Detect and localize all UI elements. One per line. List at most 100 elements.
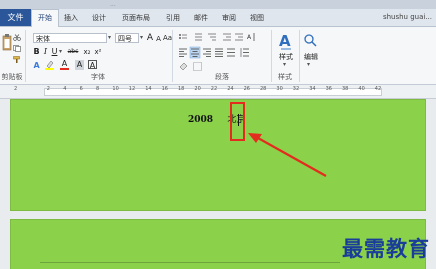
grow-font-button[interactable]: A xyxy=(146,33,154,43)
tab-references[interactable]: 引用 xyxy=(162,10,184,26)
font-name-value: 宋体 xyxy=(36,35,50,43)
tab-page-layout[interactable]: 页面布局 xyxy=(116,10,156,26)
tab-home[interactable]: 开始 xyxy=(31,9,59,27)
clipboard-group-label: 剪贴板 xyxy=(1,73,23,81)
highlight-button[interactable] xyxy=(45,60,55,70)
paste-button[interactable] xyxy=(2,33,12,53)
ruler-tick-label: 22 xyxy=(210,86,218,92)
char-shading-button[interactable]: A xyxy=(75,60,84,70)
text-effects-icon: A xyxy=(34,61,41,70)
ruler-tick-label: 18 xyxy=(178,86,185,92)
ruler-tick-label: 32 xyxy=(292,86,300,92)
strikethrough-button[interactable]: abc xyxy=(66,47,80,57)
multilevel-list-icon[interactable] xyxy=(208,33,216,41)
change-case-button[interactable]: Aa xyxy=(163,33,172,43)
ruler-tick-label: 6 xyxy=(79,86,83,92)
styles-button[interactable]: A xyxy=(276,31,296,51)
char-border-button[interactable]: A xyxy=(88,60,97,70)
title-bar xyxy=(0,0,436,9)
format-painter-button[interactable] xyxy=(13,56,21,63)
copy-button[interactable] xyxy=(13,45,21,52)
clipboard-icon xyxy=(2,34,12,51)
chevron-down-icon[interactable]: ▾ xyxy=(140,34,143,41)
copy-icon xyxy=(13,45,21,52)
user-name[interactable]: shushu guai... xyxy=(383,9,432,26)
borders-icon[interactable] xyxy=(193,62,202,71)
svg-text:A: A xyxy=(247,34,252,41)
sort-icon[interactable]: A xyxy=(247,33,255,41)
ruler-tick-label: 4 xyxy=(63,86,67,92)
find-icon xyxy=(304,34,317,47)
ruler-tick-label: 10 xyxy=(112,86,119,92)
chevron-down-icon[interactable]: ▾ xyxy=(307,61,310,68)
tab-file[interactable]: 文件 xyxy=(0,9,31,26)
svg-text:A: A xyxy=(279,32,291,50)
numbering-icon[interactable] xyxy=(195,33,202,41)
font-group-label: 字体 xyxy=(91,73,105,81)
ruler-tick-label: 38 xyxy=(342,86,349,92)
tab-mailings[interactable]: 邮件 xyxy=(190,10,212,26)
scissors-icon xyxy=(13,34,21,41)
highlight-color-chip xyxy=(45,68,54,70)
page-line xyxy=(40,262,340,263)
chevron-down-icon[interactable]: ▾ xyxy=(59,48,62,55)
text-effects-button[interactable]: A xyxy=(33,60,42,70)
font-name-select[interactable]: 宋体 xyxy=(33,33,107,43)
styles-group-label: 样式 xyxy=(278,73,292,81)
ruler-tick-label: 16 xyxy=(161,86,168,92)
distributed-icon[interactable] xyxy=(227,48,235,57)
ruler-tick-label: 26 xyxy=(243,86,250,92)
tab-view[interactable]: 视图 xyxy=(246,10,268,26)
group-divider xyxy=(299,30,300,82)
font-size-select[interactable]: 四号 xyxy=(115,33,139,43)
ruler-tick-label: 30 xyxy=(276,86,283,92)
shading-icon[interactable] xyxy=(179,62,188,71)
align-left-icon[interactable] xyxy=(179,48,187,57)
watermark: 最需教育 xyxy=(342,236,430,261)
tab-insert[interactable]: 插入 xyxy=(60,10,82,26)
chevron-down-icon[interactable]: ▾ xyxy=(283,61,286,68)
editing-button-label: 编辑 xyxy=(304,53,318,61)
year-text: 2008 xyxy=(188,115,214,125)
paragraph-icons: A xyxy=(179,33,255,71)
ruler-tick-label: 24 xyxy=(227,86,234,92)
paragraph-tools: A xyxy=(177,32,267,72)
styles-icon: A xyxy=(279,32,291,50)
editing-button[interactable] xyxy=(303,32,319,50)
ruler-tick-label: 14 xyxy=(145,86,152,92)
brush-icon xyxy=(13,56,20,63)
increase-indent-icon[interactable] xyxy=(235,33,243,41)
line-spacing-icon[interactable] xyxy=(240,48,249,57)
ruler-tick-label: 8 xyxy=(96,86,100,92)
ruler-tick-label: 28 xyxy=(260,86,267,92)
italic-button[interactable]: I xyxy=(42,47,49,57)
superscript-button[interactable]: x² xyxy=(93,47,103,57)
ruler-tick-label: 42 xyxy=(374,86,382,92)
bold-button[interactable]: B xyxy=(33,47,40,57)
align-right-icon[interactable] xyxy=(203,48,211,57)
ruler-tick-label: 20 xyxy=(194,86,201,92)
font-color-chip xyxy=(60,68,69,70)
svg-text:A: A xyxy=(34,61,41,69)
bullets-icon[interactable] xyxy=(179,34,187,39)
ruler-tick-label: 36 xyxy=(325,86,332,92)
align-center-icon[interactable] xyxy=(189,46,201,59)
ruler-tick-label: 12 xyxy=(128,86,136,92)
ruler-tick-label: 2 xyxy=(46,86,50,92)
group-divider xyxy=(25,30,26,82)
ruler-tick-label: 34 xyxy=(309,86,316,92)
chevron-down-icon[interactable]: ▾ xyxy=(108,34,111,41)
shrink-font-button[interactable]: A xyxy=(155,34,162,44)
window-title: ... xyxy=(110,1,116,8)
decrease-indent-icon[interactable] xyxy=(223,33,231,41)
annotation-box xyxy=(230,102,245,141)
justify-icon[interactable] xyxy=(215,48,223,57)
group-divider xyxy=(172,30,173,82)
underline-button[interactable]: U xyxy=(51,47,58,57)
cut-button[interactable] xyxy=(13,34,21,41)
tab-design[interactable]: 设计 xyxy=(88,10,110,26)
font-color-button[interactable]: A xyxy=(60,59,70,70)
subscript-button[interactable]: x₂ xyxy=(82,47,92,57)
tab-review[interactable]: 审阅 xyxy=(218,10,240,26)
ruler-tick-label: 2 xyxy=(14,86,18,92)
